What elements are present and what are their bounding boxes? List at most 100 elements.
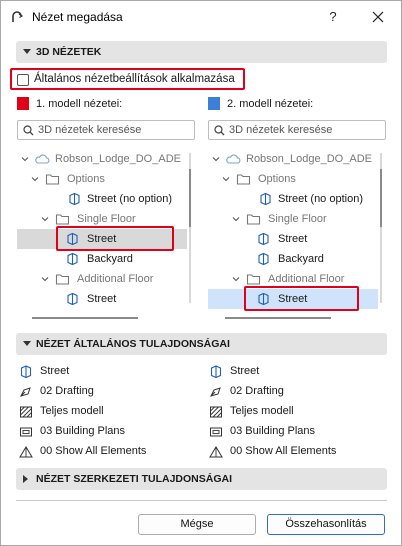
model2-search-input[interactable] [229, 123, 381, 137]
model1-horizontal-scrollbar[interactable] [32, 317, 138, 319]
tree-item-root[interactable]: Robson_Lodge_DO_ADE [17, 149, 182, 169]
section-structural-properties-title: NÉZET SZERKEZETI TULAJDONSÁGAI [36, 473, 233, 485]
layer-icon [209, 446, 223, 458]
prop-value: Street [40, 365, 70, 377]
tree-item-root[interactable]: Robson_Lodge_DO_ADE [208, 149, 373, 169]
prop-value: 02 Drafting [230, 385, 284, 397]
prop-value: 00 Show All Elements [40, 445, 147, 457]
dialog-window: Nézet megadása ? 3D NÉZETEK Általános né… [0, 0, 402, 546]
close-button[interactable] [367, 7, 389, 27]
section-general-properties-header[interactable]: NÉZET ÁLTALÁNOS TULAJDONSÁGAI [16, 333, 387, 355]
folder-icon [55, 274, 70, 285]
folder-icon [45, 174, 60, 185]
cancel-button[interactable]: Mégse [138, 514, 256, 535]
tree-item-label: Backyard [278, 253, 324, 265]
chevron-down-icon [21, 157, 29, 162]
prop-value: Teljes modell [40, 405, 104, 417]
tree-item-street-no-option[interactable]: Street (no option) [208, 189, 373, 209]
close-icon [372, 11, 384, 23]
model2-search-box[interactable] [208, 120, 386, 140]
model2-header-label: 2. modell nézetei: [227, 98, 314, 110]
prop-drafting: 02 Drafting [209, 383, 379, 401]
3d-view-icon [210, 365, 222, 379]
tree-folder-single-floor[interactable]: Single Floor [208, 209, 373, 229]
model1-search-input[interactable] [38, 123, 190, 137]
expand-triangle-icon [23, 475, 28, 483]
section-structural-properties-header[interactable]: NÉZET SZERKEZETI TULAJDONSÁGAI [16, 468, 387, 490]
tree-item-label: Options [67, 173, 105, 185]
section-general-properties-title: NÉZET ÁLTALÁNOS TULAJDONSÁGAI [36, 338, 230, 350]
tree-item-label: Backyard [87, 253, 133, 265]
hatch-icon [210, 406, 222, 418]
compare-button[interactable]: Összehasonlítás [267, 514, 385, 535]
vertical-scrollbar[interactable] [380, 153, 382, 303]
search-icon [23, 125, 34, 136]
scrollbar-thumb[interactable] [189, 169, 191, 227]
plan-icon [20, 427, 32, 437]
prop-model-filter: Teljes modell [19, 403, 189, 421]
3d-view-icon [258, 232, 269, 246]
chevron-down-icon [31, 177, 39, 182]
prop-value: 00 Show All Elements [230, 445, 337, 457]
model2-color-swatch [208, 97, 220, 110]
tree-item-street-additional[interactable]: Street [17, 289, 182, 309]
search-icon [214, 125, 225, 136]
tree-item-label: Street (no option) [87, 193, 172, 205]
prop-value: 03 Building Plans [40, 425, 126, 437]
global-view-settings-label: Általános nézetbeállítások alkalmazása [34, 73, 235, 85]
tree-folder-options[interactable]: Options [208, 169, 373, 189]
help-button[interactable]: ? [323, 7, 343, 27]
vertical-scrollbar[interactable] [189, 153, 191, 303]
model1-header-label: 1. modell nézetei: [36, 98, 123, 110]
prop-drafting: 02 Drafting [19, 383, 189, 401]
prop-layer-combo: 00 Show All Elements [19, 443, 189, 461]
chevron-down-icon [41, 217, 49, 222]
prop-value: 02 Drafting [40, 385, 94, 397]
chevron-down-icon [232, 217, 240, 222]
3d-view-icon [67, 252, 78, 266]
section-3d-views-title: 3D NÉZETEK [36, 46, 102, 58]
prop-layer-combo: 00 Show All Elements [209, 443, 379, 461]
model1-color-swatch [17, 97, 29, 110]
tree-item-street-no-option[interactable]: Street (no option) [17, 189, 182, 209]
pen-set-icon [20, 387, 31, 397]
tree-folder-options[interactable]: Options [17, 169, 182, 189]
tree-item-backyard[interactable]: Backyard [17, 249, 182, 269]
app-icon [12, 11, 24, 22]
folder-icon [246, 274, 261, 285]
tree-item-label: Robson_Lodge_DO_ADE [246, 153, 372, 165]
tree-item-label: Street (no option) [278, 193, 363, 205]
tree-item-label: Street [87, 293, 117, 305]
model2-view-tree[interactable]: Robson_Lodge_DO_ADE Options Street (no o… [208, 149, 386, 309]
chevron-down-icon [222, 177, 230, 182]
tree-item-street[interactable]: Street [208, 229, 373, 249]
prop-view-name: Street [19, 363, 189, 381]
global-view-settings-checkbox[interactable] [17, 74, 29, 86]
prop-value: Teljes modell [230, 405, 294, 417]
model1-search-box[interactable] [17, 120, 195, 140]
chevron-down-icon [212, 157, 220, 162]
hatch-icon [20, 406, 32, 418]
3d-view-icon [69, 192, 80, 206]
tree-item-label: Options [258, 173, 296, 185]
tree-item-backyard[interactable]: Backyard [208, 249, 373, 269]
title-bar: Nézet megadása ? [1, 1, 401, 33]
project-cloud-icon [35, 154, 50, 164]
section-3d-views-header[interactable]: 3D NÉZETEK [16, 41, 387, 63]
global-view-settings-option[interactable]: Általános nézetbeállítások alkalmazása [10, 68, 245, 90]
tree-folder-additional-floor[interactable]: Additional Floor [17, 269, 182, 289]
chevron-down-icon [232, 277, 240, 282]
highlight-box-model2-selection [244, 286, 359, 311]
scrollbar-thumb[interactable] [380, 169, 382, 227]
highlight-box-model1-selection [56, 226, 174, 251]
model2-horizontal-scrollbar[interactable] [225, 317, 331, 319]
tree-item-label: Robson_Lodge_DO_ADE [55, 153, 181, 165]
tree-item-label: Single Floor [268, 213, 327, 225]
folder-icon [246, 214, 261, 225]
model2-header: 2. modell nézetei: [208, 96, 378, 112]
3d-view-icon [258, 252, 269, 266]
footer-divider [16, 500, 387, 501]
prop-view-name: Street [209, 363, 379, 381]
prop-value: Street [230, 365, 260, 377]
3d-view-icon [260, 192, 271, 206]
